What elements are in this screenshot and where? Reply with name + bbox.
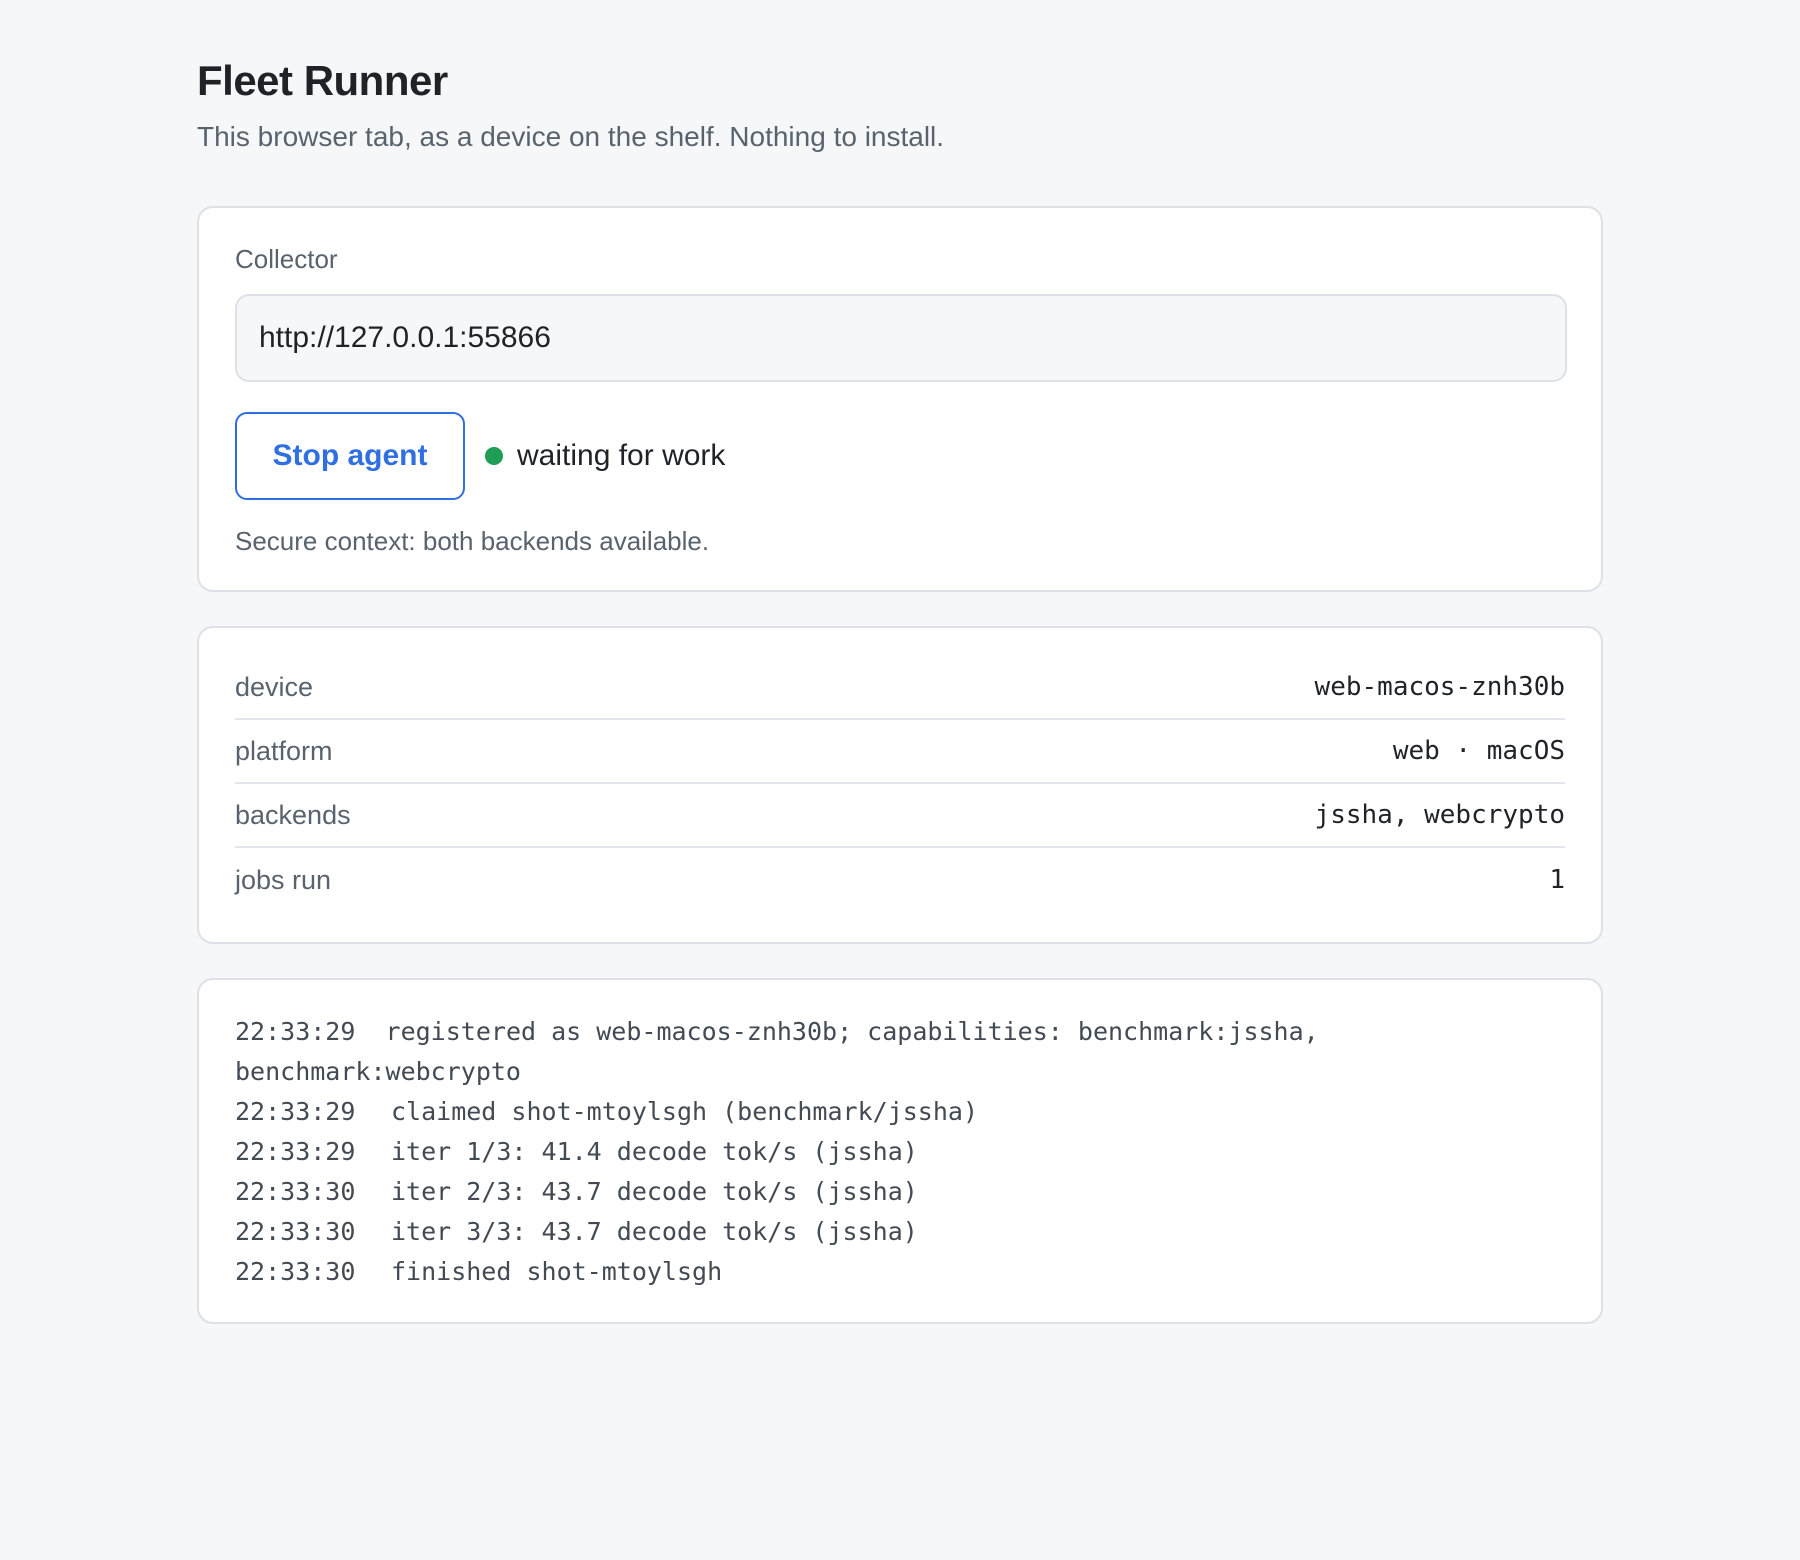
page-subtitle: This browser tab, as a device on the she…: [197, 121, 945, 152]
secure-context-note: Secure context: both backends available.: [235, 526, 710, 556]
stop-agent-button[interactable]: Stop agent: [235, 412, 465, 500]
log-line: 22:33:30 iter 3/3: 43.7 decode tok/s (js…: [235, 1212, 1565, 1252]
info-value: 1: [1549, 865, 1565, 895]
info-value: web-macos-znh30b: [1314, 672, 1565, 702]
status-text: waiting for work: [517, 439, 726, 472]
collector-card: Collector Stop agent waiting for work Se…: [197, 206, 1603, 592]
log-time: 22:33:30: [235, 1257, 356, 1286]
log-message: registered as web-macos-znh30b; capabili…: [235, 1017, 1319, 1086]
log-line: 22:33:30 iter 2/3: 43.7 decode tok/s (js…: [235, 1172, 1565, 1212]
log-time: 22:33:29: [235, 1137, 356, 1166]
activity-log: 22:33:29 registered as web-macos-znh30b; …: [197, 978, 1603, 1324]
status-dot-icon: [485, 447, 503, 465]
log-message: iter 2/3: 43.7 decode tok/s (jssha): [391, 1177, 918, 1206]
log-line: 22:33:29 claimed shot-mtoylsgh (benchmar…: [235, 1092, 1565, 1132]
log-time: 22:33:30: [235, 1177, 356, 1206]
info-key: backends: [235, 799, 351, 830]
info-row-jobs-run: jobs run 1: [235, 848, 1565, 912]
page: Fleet Runner This browser tab, as a devi…: [197, 56, 1603, 1324]
collector-label: Collector: [235, 244, 338, 274]
log-message: claimed shot-mtoylsgh (benchmark/jssha): [391, 1097, 978, 1126]
info-value: web · macOS: [1392, 736, 1565, 766]
info-key: platform: [235, 735, 333, 766]
info-row-platform: platform web · macOS: [235, 720, 1565, 784]
agent-status: waiting for work: [485, 439, 725, 473]
log-line: 22:33:29 registered as web-macos-znh30b; …: [235, 1012, 1565, 1092]
info-key: jobs run: [235, 864, 332, 895]
log-line: 22:33:29 iter 1/3: 41.4 decode tok/s (js…: [235, 1132, 1565, 1172]
page-title: Fleet Runner: [197, 57, 448, 104]
info-row-backends: backends jssha, webcrypto: [235, 784, 1565, 848]
device-info-card: device web-macos-znh30b platform web · m…: [197, 626, 1603, 944]
log-line: 22:33:30 finished shot-mtoylsgh: [235, 1252, 1565, 1292]
log-message: iter 1/3: 41.4 decode tok/s (jssha): [391, 1137, 918, 1166]
agent-controls: Stop agent waiting for work: [235, 412, 1565, 500]
info-value: jssha, webcrypto: [1314, 800, 1565, 830]
info-row-device: device web-macos-znh30b: [235, 656, 1565, 720]
info-key: device: [235, 671, 314, 702]
collector-url-input[interactable]: [235, 294, 1567, 382]
log-time: 22:33:29: [235, 1097, 356, 1126]
log-message: finished shot-mtoylsgh: [391, 1257, 723, 1286]
log-time: 22:33:30: [235, 1217, 356, 1246]
log-time: 22:33:29: [235, 1017, 356, 1046]
log-message: iter 3/3: 43.7 decode tok/s (jssha): [391, 1217, 918, 1246]
